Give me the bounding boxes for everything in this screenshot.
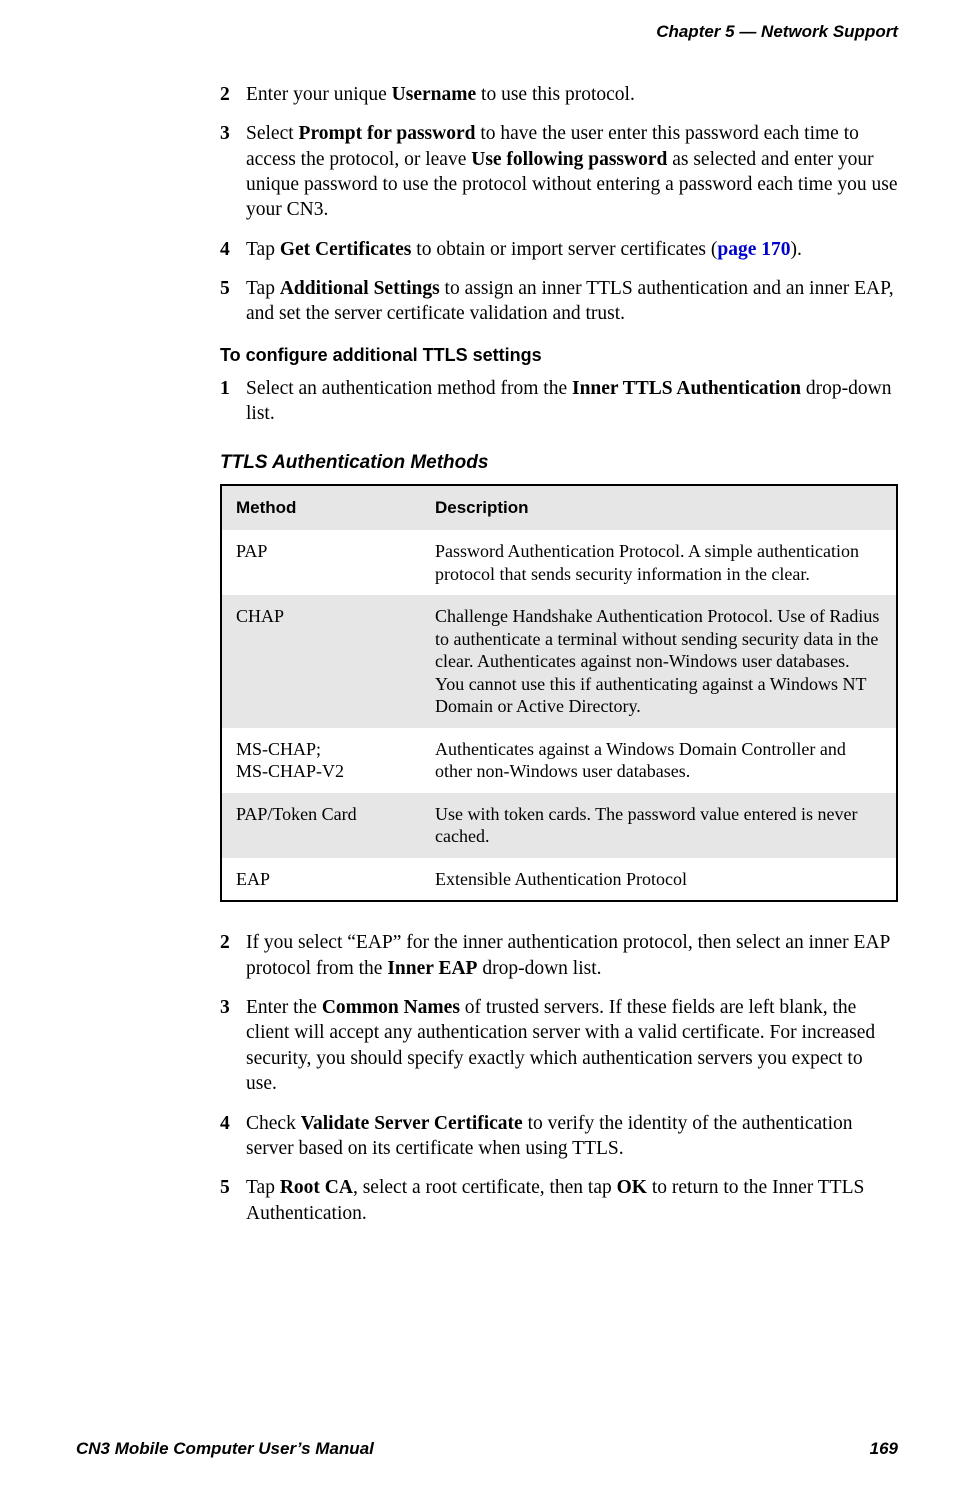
step-number: 3: [220, 995, 246, 1096]
col-header-description: Description: [421, 485, 897, 530]
steps-group-b: 1Select an authentication method from th…: [220, 376, 898, 427]
footer-manual-title: CN3 Mobile Computer User’s Manual: [76, 1439, 374, 1459]
table-row: MS-CHAP; MS-CHAP-V2Authenticates against…: [221, 728, 897, 793]
chapter-label: Chapter 5 — Network Support: [656, 22, 898, 41]
cell-description: Challenge Handshake Authentication Proto…: [421, 595, 897, 728]
step-number: 2: [220, 930, 246, 981]
step-item: 4Tap Get Certificates to obtain or impor…: [220, 237, 898, 262]
step-text: Tap Additional Settings to assign an inn…: [246, 276, 898, 327]
ttls-methods-table: Method Description PAPPassword Authentic…: [220, 484, 898, 902]
cell-description: Password Authentication Protocol. A simp…: [421, 530, 897, 595]
table-body: PAPPassword Authentication Protocol. A s…: [221, 530, 897, 901]
footer-page-number: 169: [870, 1439, 898, 1459]
step-item: 3Enter the Common Names of trusted serve…: [220, 995, 898, 1096]
step-item: 5Tap Root CA, select a root certificate,…: [220, 1175, 898, 1226]
step-number: 5: [220, 276, 246, 327]
cell-description: Use with token cards. The password value…: [421, 793, 897, 858]
table-row: EAPExtensible Authentication Protocol: [221, 858, 897, 902]
step-text: Check Validate Server Certificate to ver…: [246, 1111, 898, 1162]
step-text: If you select “EAP” for the inner authen…: [246, 930, 898, 981]
step-text: Enter your unique Username to use this p…: [246, 82, 898, 107]
cell-method: PAP/Token Card: [221, 793, 421, 858]
step-item: 3Select Prompt for password to have the …: [220, 121, 898, 222]
steps-group-a: 2Enter your unique Username to use this …: [220, 82, 898, 327]
cell-method: EAP: [221, 858, 421, 902]
table-row: CHAPChallenge Handshake Authentication P…: [221, 595, 897, 728]
step-text: Tap Get Certificates to obtain or import…: [246, 237, 898, 262]
cell-description: Extensible Authentication Protocol: [421, 858, 897, 902]
table-caption: TTLS Authentication Methods: [220, 452, 898, 474]
sub-heading-configure: To configure additional TTLS settings: [220, 345, 898, 366]
step-item: 2Enter your unique Username to use this …: [220, 82, 898, 107]
page-footer: CN3 Mobile Computer User’s Manual 169: [0, 1439, 974, 1459]
step-item: 2If you select “EAP” for the inner authe…: [220, 930, 898, 981]
steps-group-c: 2If you select “EAP” for the inner authe…: [220, 930, 898, 1225]
step-number: 3: [220, 121, 246, 222]
step-number: 4: [220, 237, 246, 262]
step-number: 2: [220, 82, 246, 107]
step-item: 5Tap Additional Settings to assign an in…: [220, 276, 898, 327]
step-number: 1: [220, 376, 246, 427]
cell-method: CHAP: [221, 595, 421, 728]
cell-description: Authenticates against a Windows Domain C…: [421, 728, 897, 793]
step-number: 5: [220, 1175, 246, 1226]
step-text: Tap Root CA, select a root certificate, …: [246, 1175, 898, 1226]
step-item: 4Check Validate Server Certificate to ve…: [220, 1111, 898, 1162]
step-number: 4: [220, 1111, 246, 1162]
table-row: PAP/Token CardUse with token cards. The …: [221, 793, 897, 858]
step-item: 1Select an authentication method from th…: [220, 376, 898, 427]
col-header-method: Method: [221, 485, 421, 530]
table-row: PAPPassword Authentication Protocol. A s…: [221, 530, 897, 595]
cell-method: PAP: [221, 530, 421, 595]
page-content: 2Enter your unique Username to use this …: [0, 42, 974, 1226]
cell-method: MS-CHAP; MS-CHAP-V2: [221, 728, 421, 793]
step-text: Select Prompt for password to have the u…: [246, 121, 898, 222]
step-text: Select an authentication method from the…: [246, 376, 898, 427]
step-text: Enter the Common Names of trusted server…: [246, 995, 898, 1096]
page-header: Chapter 5 — Network Support: [0, 0, 974, 42]
